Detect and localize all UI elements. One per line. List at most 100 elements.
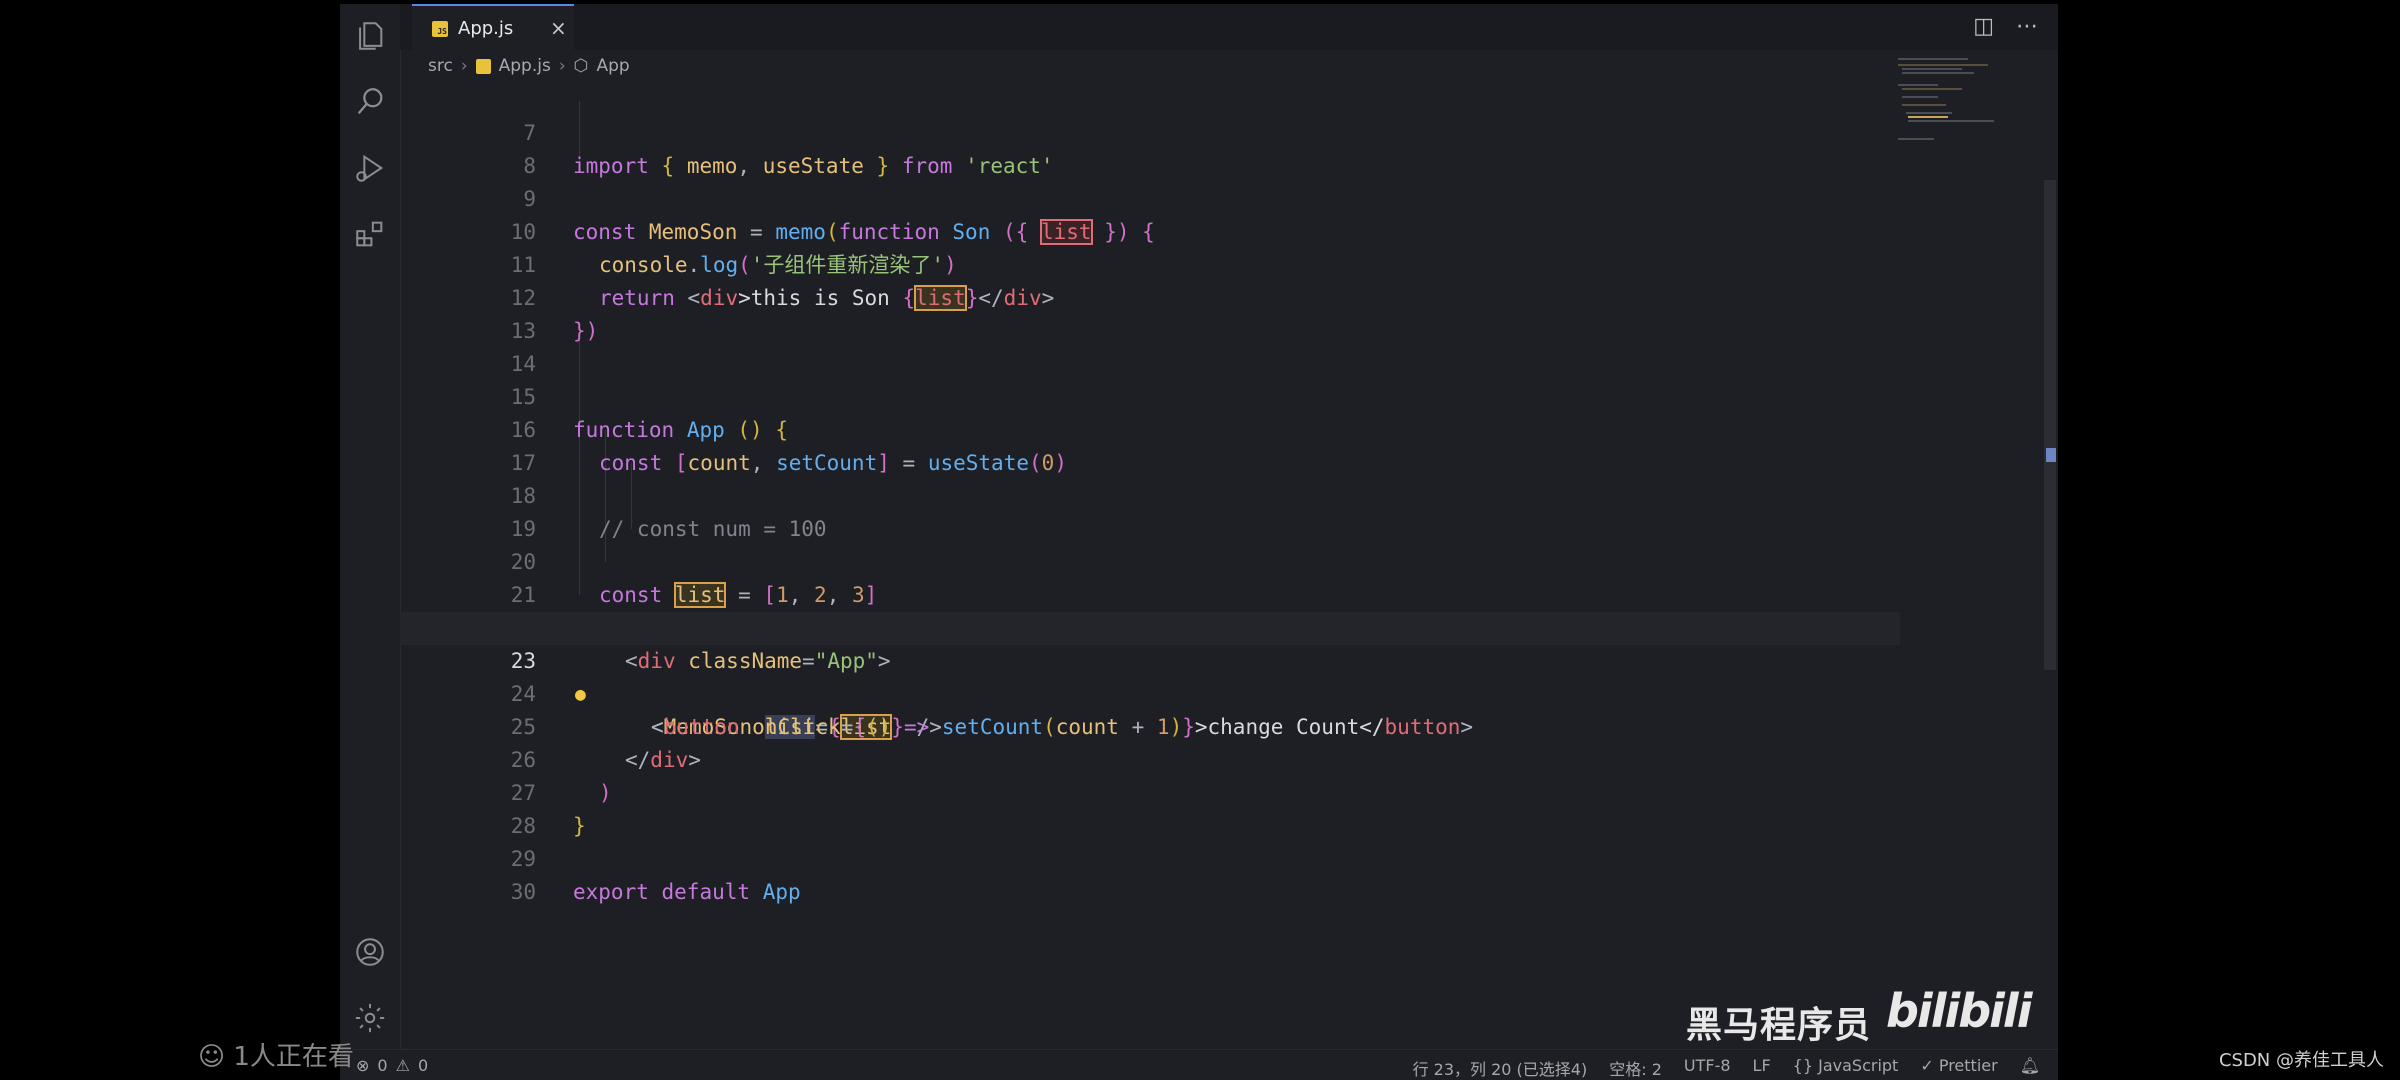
code-line: 29 export default App xyxy=(400,810,801,904)
breadcrumb-file[interactable]: App.js xyxy=(499,56,551,76)
code-token: 2 xyxy=(814,583,827,607)
code-token: ( xyxy=(738,253,751,277)
breadcrumb-folder[interactable]: src xyxy=(428,56,453,76)
minimap[interactable] xyxy=(1898,56,2008,176)
code-token: useState xyxy=(927,451,1029,475)
code-token: } xyxy=(876,154,890,178)
code-token: }) xyxy=(573,319,599,343)
end-of-line[interactable]: LF xyxy=(1753,1056,1771,1080)
scrollbar-marker xyxy=(2046,448,2056,462)
breadcrumb: src › App.js › ⬡ App xyxy=(428,54,630,78)
explorer-icon[interactable] xyxy=(352,18,388,54)
indentation[interactable]: 空格: 2 xyxy=(1609,1056,1662,1080)
viewer-count-label: 1人正在看 xyxy=(233,1042,354,1072)
code-line: 19 xyxy=(400,480,536,541)
code-token: () xyxy=(737,418,763,442)
code-line: 24 <button onClick={() => setCount(count… xyxy=(400,645,1473,739)
bell-icon[interactable]: 🔔︎ xyxy=(2020,1056,2040,1080)
code-token: [ xyxy=(763,583,777,607)
code-token: export xyxy=(573,880,649,904)
language-mode[interactable]: {} JavaScript xyxy=(1793,1056,1899,1080)
code-token: = xyxy=(902,451,916,475)
code-token: App xyxy=(686,418,725,442)
code-token: } xyxy=(965,286,979,310)
csdn-watermark: CSDN @养佳工具人 xyxy=(2218,1050,2384,1071)
code-token: App xyxy=(762,880,801,904)
code-token: import xyxy=(573,154,649,178)
code-token: >change Count</ xyxy=(1194,715,1385,739)
code-token: > xyxy=(1041,286,1055,310)
settings-gear-icon[interactable] xyxy=(352,1000,388,1036)
code-token: = xyxy=(840,715,854,739)
code-token: > xyxy=(1460,715,1474,739)
code-token: useState xyxy=(762,154,864,178)
code-token: count xyxy=(687,451,751,475)
encoding[interactable]: UTF-8 xyxy=(1684,1056,1731,1080)
code-token: console xyxy=(599,253,688,277)
tab-app-js[interactable]: JS App.js × xyxy=(412,4,574,50)
viewer-count: ☺ 1人正在看 xyxy=(198,1036,354,1073)
code-token: from xyxy=(901,154,953,178)
code-line: 10 console.log('子组件重新渲染了') xyxy=(400,183,957,277)
extensions-icon[interactable] xyxy=(352,216,388,252)
problems-indicator[interactable]: ⊗ 0 ⚠ 0 xyxy=(356,1056,428,1075)
code-token: } xyxy=(1182,715,1195,739)
more-actions-icon[interactable]: ⋯ xyxy=(2016,14,2038,39)
check-icon: ✓ xyxy=(1920,1056,1934,1075)
editor-actions: ◫ ⋯ xyxy=(1973,14,2038,39)
code-token: div xyxy=(650,748,689,772)
cursor-position[interactable]: 行 23，列 20 (已选择4) xyxy=(1413,1056,1588,1080)
run-debug-icon[interactable] xyxy=(352,150,388,186)
prettier-status[interactable]: ✓ Prettier xyxy=(1920,1056,1997,1080)
code-token: > xyxy=(688,748,701,772)
breadcrumb-symbol[interactable]: App xyxy=(597,56,630,76)
split-editor-icon[interactable]: ◫ xyxy=(1973,14,1994,39)
vscode-window: JS App.js × ◫ ⋯ src › App.js › ⬡ App 7 i… xyxy=(340,4,2058,1080)
vertical-scrollbar[interactable] xyxy=(2044,180,2056,670)
code-token: div xyxy=(1003,286,1042,310)
warning-icon: ⚠ xyxy=(395,1056,410,1075)
code-editor[interactable]: 7 import { memo, useState } from 'react'… xyxy=(400,84,2028,1046)
code-token: { xyxy=(902,286,916,310)
code-line: 14 xyxy=(400,315,536,376)
language-label: JavaScript xyxy=(1818,1056,1899,1075)
code-token: ( xyxy=(1043,715,1056,739)
status-bar: ⊗ 0 ⚠ 0 行 23，列 20 (已选择4) 空格: 2 UTF-8 LF … xyxy=(340,1049,2058,1080)
code-token: () xyxy=(866,715,892,739)
code-token: [ xyxy=(674,451,688,475)
code-token: button xyxy=(1384,715,1461,739)
code-line: 8 xyxy=(400,117,536,178)
code-token: ) xyxy=(1054,451,1067,475)
code-line: 18 // const num = 100 xyxy=(400,447,827,541)
code-token: = xyxy=(738,583,751,607)
symbol-icon: ⬡ xyxy=(573,56,589,76)
search-icon[interactable] xyxy=(352,84,388,120)
js-file-icon xyxy=(475,58,491,74)
code-line: 15 function App () { xyxy=(400,348,788,442)
code-token: </ xyxy=(625,748,651,772)
js-file-icon: JS xyxy=(432,21,448,37)
account-icon[interactable] xyxy=(352,934,388,970)
code-token: } xyxy=(573,814,586,838)
code-token: ) xyxy=(1169,715,1183,739)
close-icon[interactable]: × xyxy=(550,16,567,40)
code-line: 25 </div> xyxy=(400,678,701,772)
code-token: }) xyxy=(1104,220,1130,244)
code-token: setCount xyxy=(776,451,878,475)
error-icon: ⊗ xyxy=(356,1056,370,1075)
code-token: button xyxy=(663,715,740,739)
code-token: div xyxy=(637,649,676,673)
code-token: . xyxy=(687,253,701,277)
code-token: list xyxy=(914,285,967,311)
code-line: 30 xyxy=(400,843,536,904)
lightbulb-icon[interactable]: ● xyxy=(575,678,586,711)
code-token: , xyxy=(826,583,840,607)
bilibili-logo: bilibili xyxy=(1886,984,2032,1038)
code-token: ] xyxy=(864,583,878,607)
code-line: 17 xyxy=(400,414,536,475)
code-token: list xyxy=(673,582,727,608)
code-line: 7 import { memo, useState } from 'react' xyxy=(400,84,1053,178)
code-token: ( xyxy=(825,220,839,244)
code-token: + xyxy=(1131,715,1145,739)
warning-count: 0 xyxy=(417,1056,429,1075)
